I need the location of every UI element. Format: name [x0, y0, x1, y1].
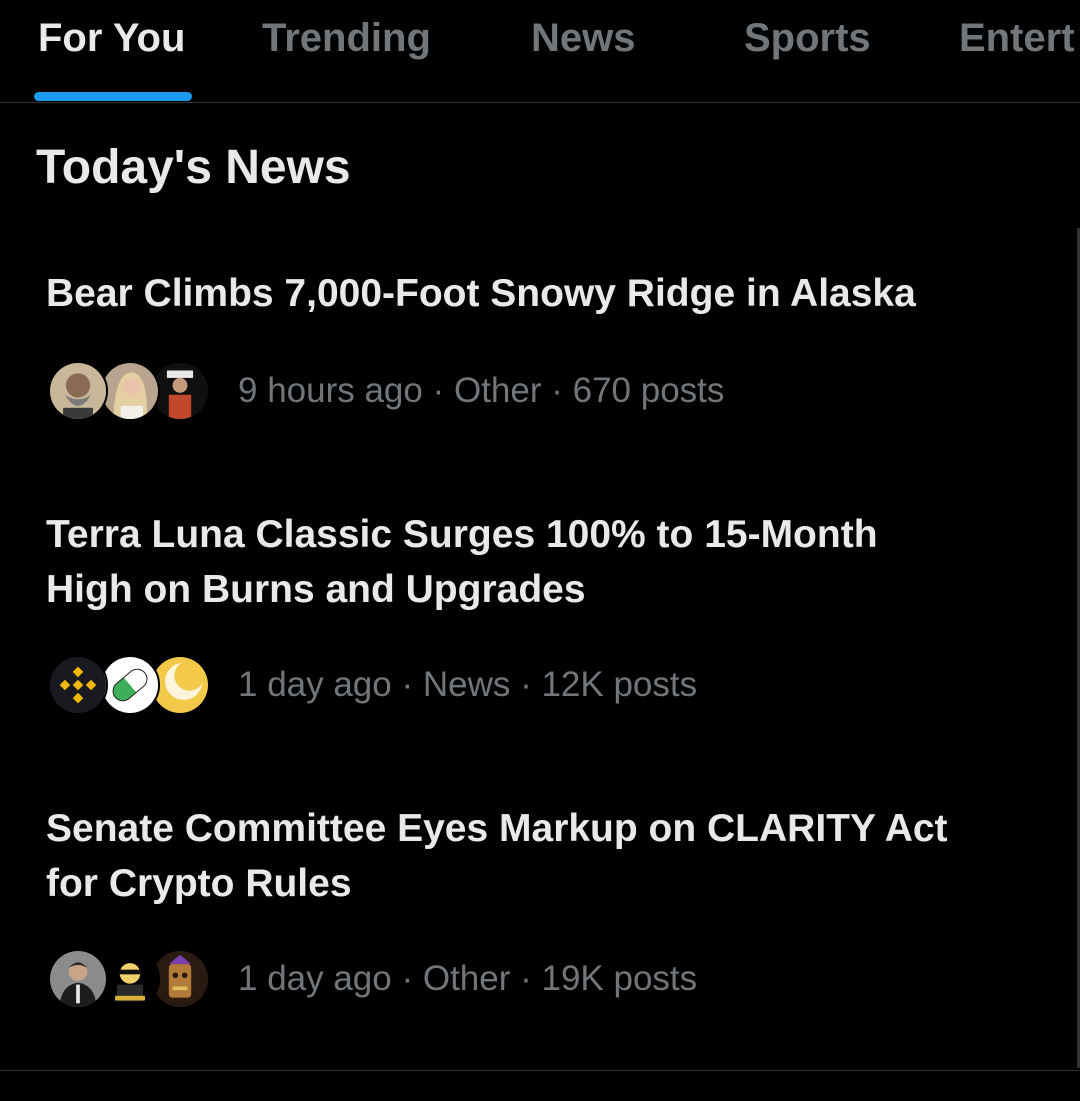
- active-tab-indicator: [34, 92, 192, 101]
- tab-sports[interactable]: Sports: [744, 14, 871, 62]
- news-item-terra-luna[interactable]: Terra Luna Classic Surges 100% to 15-Mon…: [46, 507, 1036, 715]
- headline-line: Senate Committee Eyes Markup on CLARITY …: [46, 807, 948, 850]
- tab-trending[interactable]: Trending: [262, 14, 431, 62]
- bottom-divider: [0, 1070, 1080, 1071]
- section-title: Today's News: [36, 141, 351, 194]
- avatar-stack: [46, 359, 216, 423]
- news-meta-text: 9 hours ago · Other · 670 posts: [238, 371, 725, 410]
- news-meta-row: 1 day ago · News · 12K posts: [46, 653, 697, 717]
- avatar-stack: [46, 653, 216, 717]
- tab-for-you[interactable]: For You: [38, 14, 185, 62]
- green-pill-avatar: [100, 655, 160, 715]
- news-meta-row: 9 hours ago · Other · 670 posts: [46, 359, 724, 423]
- man-in-suit-avatar: [48, 949, 108, 1009]
- headline-line: High on Burns and Upgrades: [46, 568, 586, 611]
- cartoon-character-avatar: [100, 949, 160, 1009]
- blonde-woman-avatar: [100, 361, 160, 421]
- news-headline: Terra Luna Classic Surges 100% to 15-Mon…: [46, 507, 1036, 617]
- news-meta-text: 1 day ago · News · 12K posts: [238, 665, 698, 704]
- news-item-bear[interactable]: Bear Climbs 7,000-Foot Snowy Ridge in Al…: [46, 266, 1036, 421]
- news-headline: Senate Committee Eyes Markup on CLARITY …: [46, 801, 1036, 911]
- headline-line: Terra Luna Classic Surges 100% to 15-Mon…: [46, 513, 878, 556]
- binance-logo-avatar: [48, 655, 108, 715]
- tab-entertainment[interactable]: Entert: [959, 14, 1075, 62]
- bearded-man-avatar: [48, 361, 108, 421]
- news-item-senate-clarity[interactable]: Senate Committee Eyes Markup on CLARITY …: [46, 801, 1036, 1009]
- tab-news[interactable]: News: [531, 14, 636, 62]
- headline-line: Bear Climbs 7,000-Foot Snowy Ridge in Al…: [46, 272, 916, 315]
- top-tab-bar: For You Trending News Sports Entert: [0, 0, 1080, 103]
- avatar-stack: [46, 947, 216, 1011]
- news-headline: Bear Climbs 7,000-Foot Snowy Ridge in Al…: [46, 266, 1036, 321]
- news-meta-text: 1 day ago · Other · 19K posts: [238, 959, 698, 998]
- headline-line: for Crypto Rules: [46, 862, 352, 905]
- news-meta-row: 1 day ago · Other · 19K posts: [46, 947, 697, 1011]
